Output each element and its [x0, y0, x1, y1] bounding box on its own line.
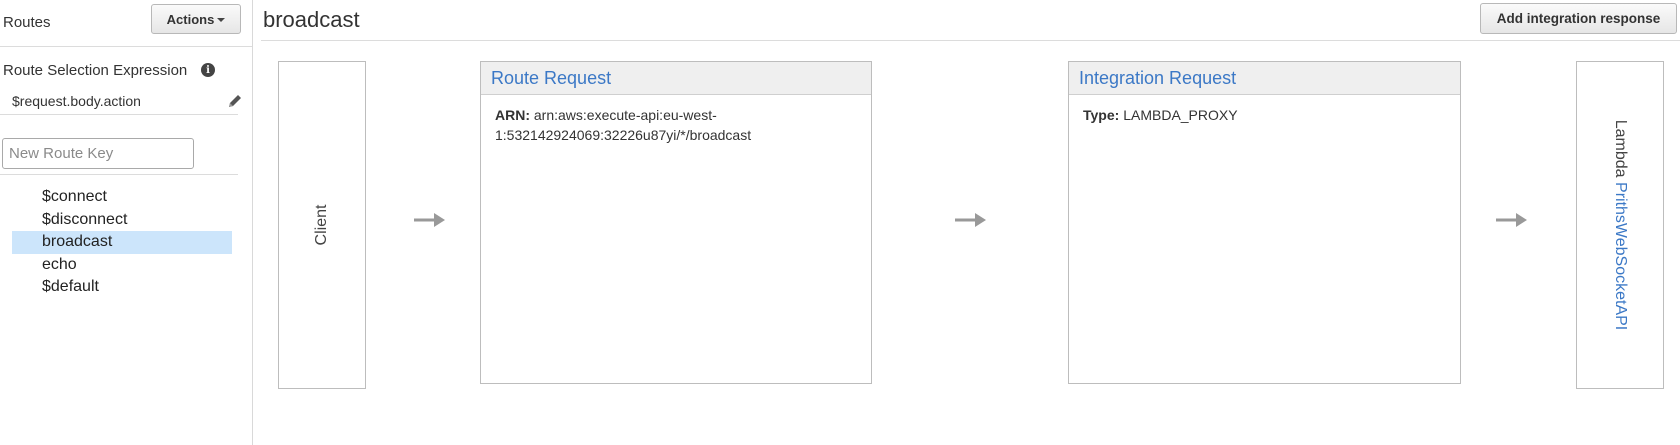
divider [0, 114, 238, 115]
actions-dropdown-button[interactable]: Actions [151, 4, 241, 34]
client-box: Client [278, 61, 366, 389]
info-icon[interactable]: i [201, 63, 215, 77]
type-value: LAMBDA_PROXY [1123, 107, 1238, 123]
pencil-icon[interactable] [226, 92, 244, 110]
divider [0, 46, 252, 47]
caret-down-icon [217, 18, 226, 22]
lambda-box: Lambda PrithsWebSocketAPI [1576, 61, 1664, 389]
add-integration-response-button[interactable]: Add integration response [1480, 3, 1677, 34]
route-request-body: ARN: arn:aws:execute-api:eu-west- 1:5321… [481, 95, 871, 155]
route-request-panel: Route Request ARN: arn:aws:execute-api:e… [480, 61, 872, 384]
route-item[interactable]: $default [12, 276, 232, 299]
page-title: broadcast [263, 7, 360, 32]
route-item[interactable]: echo [12, 254, 232, 277]
route-selection-expression-label: Route Selection Expression [3, 62, 188, 79]
arn-value-line2: 1:532142924069:32226u87yi/*/broadcast [495, 127, 752, 143]
vertical-divider [252, 0, 253, 445]
route-request-heading[interactable]: Route Request [481, 62, 871, 95]
arrow-right-icon [414, 213, 445, 227]
sidebar-title: Routes [3, 14, 51, 31]
lambda-function-link[interactable]: PrithsWebSocketAPI [1612, 182, 1629, 330]
lambda-prefix: Lambda [1612, 119, 1629, 178]
new-route-key-input[interactable] [2, 138, 194, 169]
title-underline [261, 40, 1680, 41]
api-gateway-routes-view: Routes Actions Route Selection Expressio… [0, 0, 1680, 445]
route-selection-expression-value: $request.body.action [12, 93, 141, 109]
integration-request-body: Type: LAMBDA_PROXY [1069, 95, 1460, 135]
actions-label: Actions [166, 11, 215, 27]
arn-label: ARN: [495, 107, 530, 123]
divider [0, 174, 238, 175]
route-item[interactable]: $disconnect [12, 209, 232, 232]
client-label: Client [313, 204, 330, 246]
integration-request-panel: Integration Request Type: LAMBDA_PROXY [1068, 61, 1461, 384]
arrow-right-icon [1496, 213, 1527, 227]
arrow-right-icon [955, 213, 986, 227]
routes-list: $connect $disconnect broadcast echo $default [12, 186, 232, 299]
route-item[interactable]: $connect [12, 186, 232, 209]
lambda-label: Lambda PrithsWebSocketAPI [1611, 120, 1629, 331]
integration-request-heading[interactable]: Integration Request [1069, 62, 1460, 95]
routes-sidebar: Routes Actions Route Selection Expressio… [0, 0, 252, 445]
type-label: Type: [1083, 107, 1120, 123]
arn-value-line1: arn:aws:execute-api:eu-west- [533, 107, 717, 123]
route-item[interactable]: broadcast [12, 231, 232, 254]
